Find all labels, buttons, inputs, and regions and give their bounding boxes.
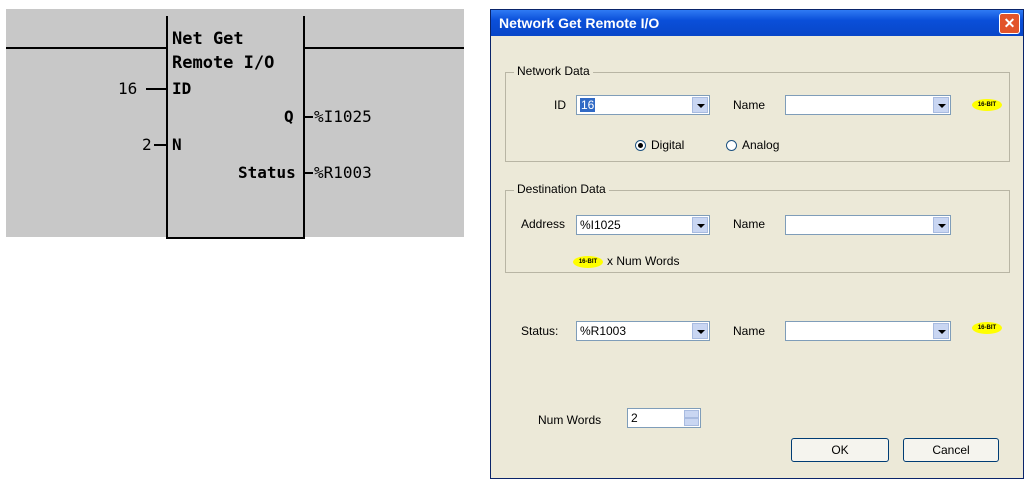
output-q-wire (303, 116, 313, 118)
id-label: ID (554, 98, 566, 112)
status-name-combo[interactable] (785, 321, 951, 341)
close-icon: ✕ (1003, 15, 1016, 31)
block-title-line1: Net Get (172, 29, 244, 49)
input-n-pin: N (172, 135, 182, 154)
id-combo[interactable]: 16 (576, 95, 710, 115)
radio-analog-label[interactable]: Analog (742, 138, 779, 152)
input-id-value: 16 (118, 79, 138, 98)
network-get-remote-io-dialog: Network Get Remote I/O ✕ Network Data ID… (490, 9, 1024, 479)
num-words-value: 2 (631, 411, 638, 425)
output-status-value: %R1003 (314, 163, 372, 182)
radio-digital[interactable] (635, 140, 646, 151)
dialog-title-bar[interactable]: Network Get Remote I/O ✕ (491, 10, 1023, 36)
chevron-down-icon[interactable] (933, 217, 949, 233)
address-value: %I1025 (580, 218, 621, 232)
destination-name-label: Name (733, 217, 766, 231)
network-data-legend: Network Data (514, 64, 593, 78)
block-title-line2: Remote I/O (172, 53, 275, 73)
status-16bit-badge: 16-BIT (972, 322, 1002, 334)
network-16bit-badge: 16-BIT (972, 99, 1002, 111)
cancel-button[interactable]: Cancel (903, 438, 999, 462)
radio-analog[interactable] (726, 140, 737, 151)
input-n-value: 2 (142, 135, 152, 154)
address-label: Address (521, 217, 566, 231)
num-words-label: Num Words (538, 413, 602, 427)
status-combo[interactable]: %R1003 (576, 321, 710, 341)
block-bottom-edge (166, 237, 305, 239)
num-words-stepper[interactable]: 2 (627, 408, 701, 428)
input-n-wire (154, 144, 167, 146)
input-id-pin: ID (172, 79, 192, 98)
status-name-label: Name (733, 324, 766, 338)
address-combo[interactable]: %I1025 (576, 215, 710, 235)
ok-button[interactable]: OK (791, 438, 889, 462)
destination-name-combo[interactable] (785, 215, 951, 235)
id-value: 16 (580, 98, 596, 112)
output-status-wire (303, 172, 313, 174)
ladder-block-panel: Net Get Remote I/O 16 ID 2 N Q %I1025 St… (6, 9, 464, 239)
network-name-combo[interactable] (785, 95, 951, 115)
chevron-down-icon[interactable] (692, 217, 708, 233)
input-id-wire (146, 88, 167, 90)
radio-digital-label[interactable]: Digital (651, 138, 684, 152)
chevron-down-icon[interactable] (933, 97, 949, 113)
chevron-down-icon[interactable] (692, 323, 708, 339)
close-button[interactable]: ✕ (999, 13, 1020, 34)
output-status-pin: Status (238, 163, 296, 182)
status-value: %R1003 (580, 324, 627, 338)
stepper-up-icon[interactable] (684, 410, 699, 418)
function-block[interactable]: Net Get Remote I/O (166, 16, 305, 239)
num-words-suffix: x Num Words (607, 254, 680, 268)
destination-data-legend: Destination Data (514, 182, 609, 196)
chevron-down-icon[interactable] (933, 323, 949, 339)
output-q-pin: Q (284, 107, 294, 126)
chevron-down-icon[interactable] (692, 97, 708, 113)
network-name-label: Name (733, 98, 766, 112)
stepper-down-icon[interactable] (684, 418, 699, 426)
destination-16bit-badge: 16-BIT (573, 256, 603, 268)
output-q-value: %I1025 (314, 107, 372, 126)
dialog-title: Network Get Remote I/O (499, 15, 660, 31)
status-label: Status: (521, 324, 559, 338)
